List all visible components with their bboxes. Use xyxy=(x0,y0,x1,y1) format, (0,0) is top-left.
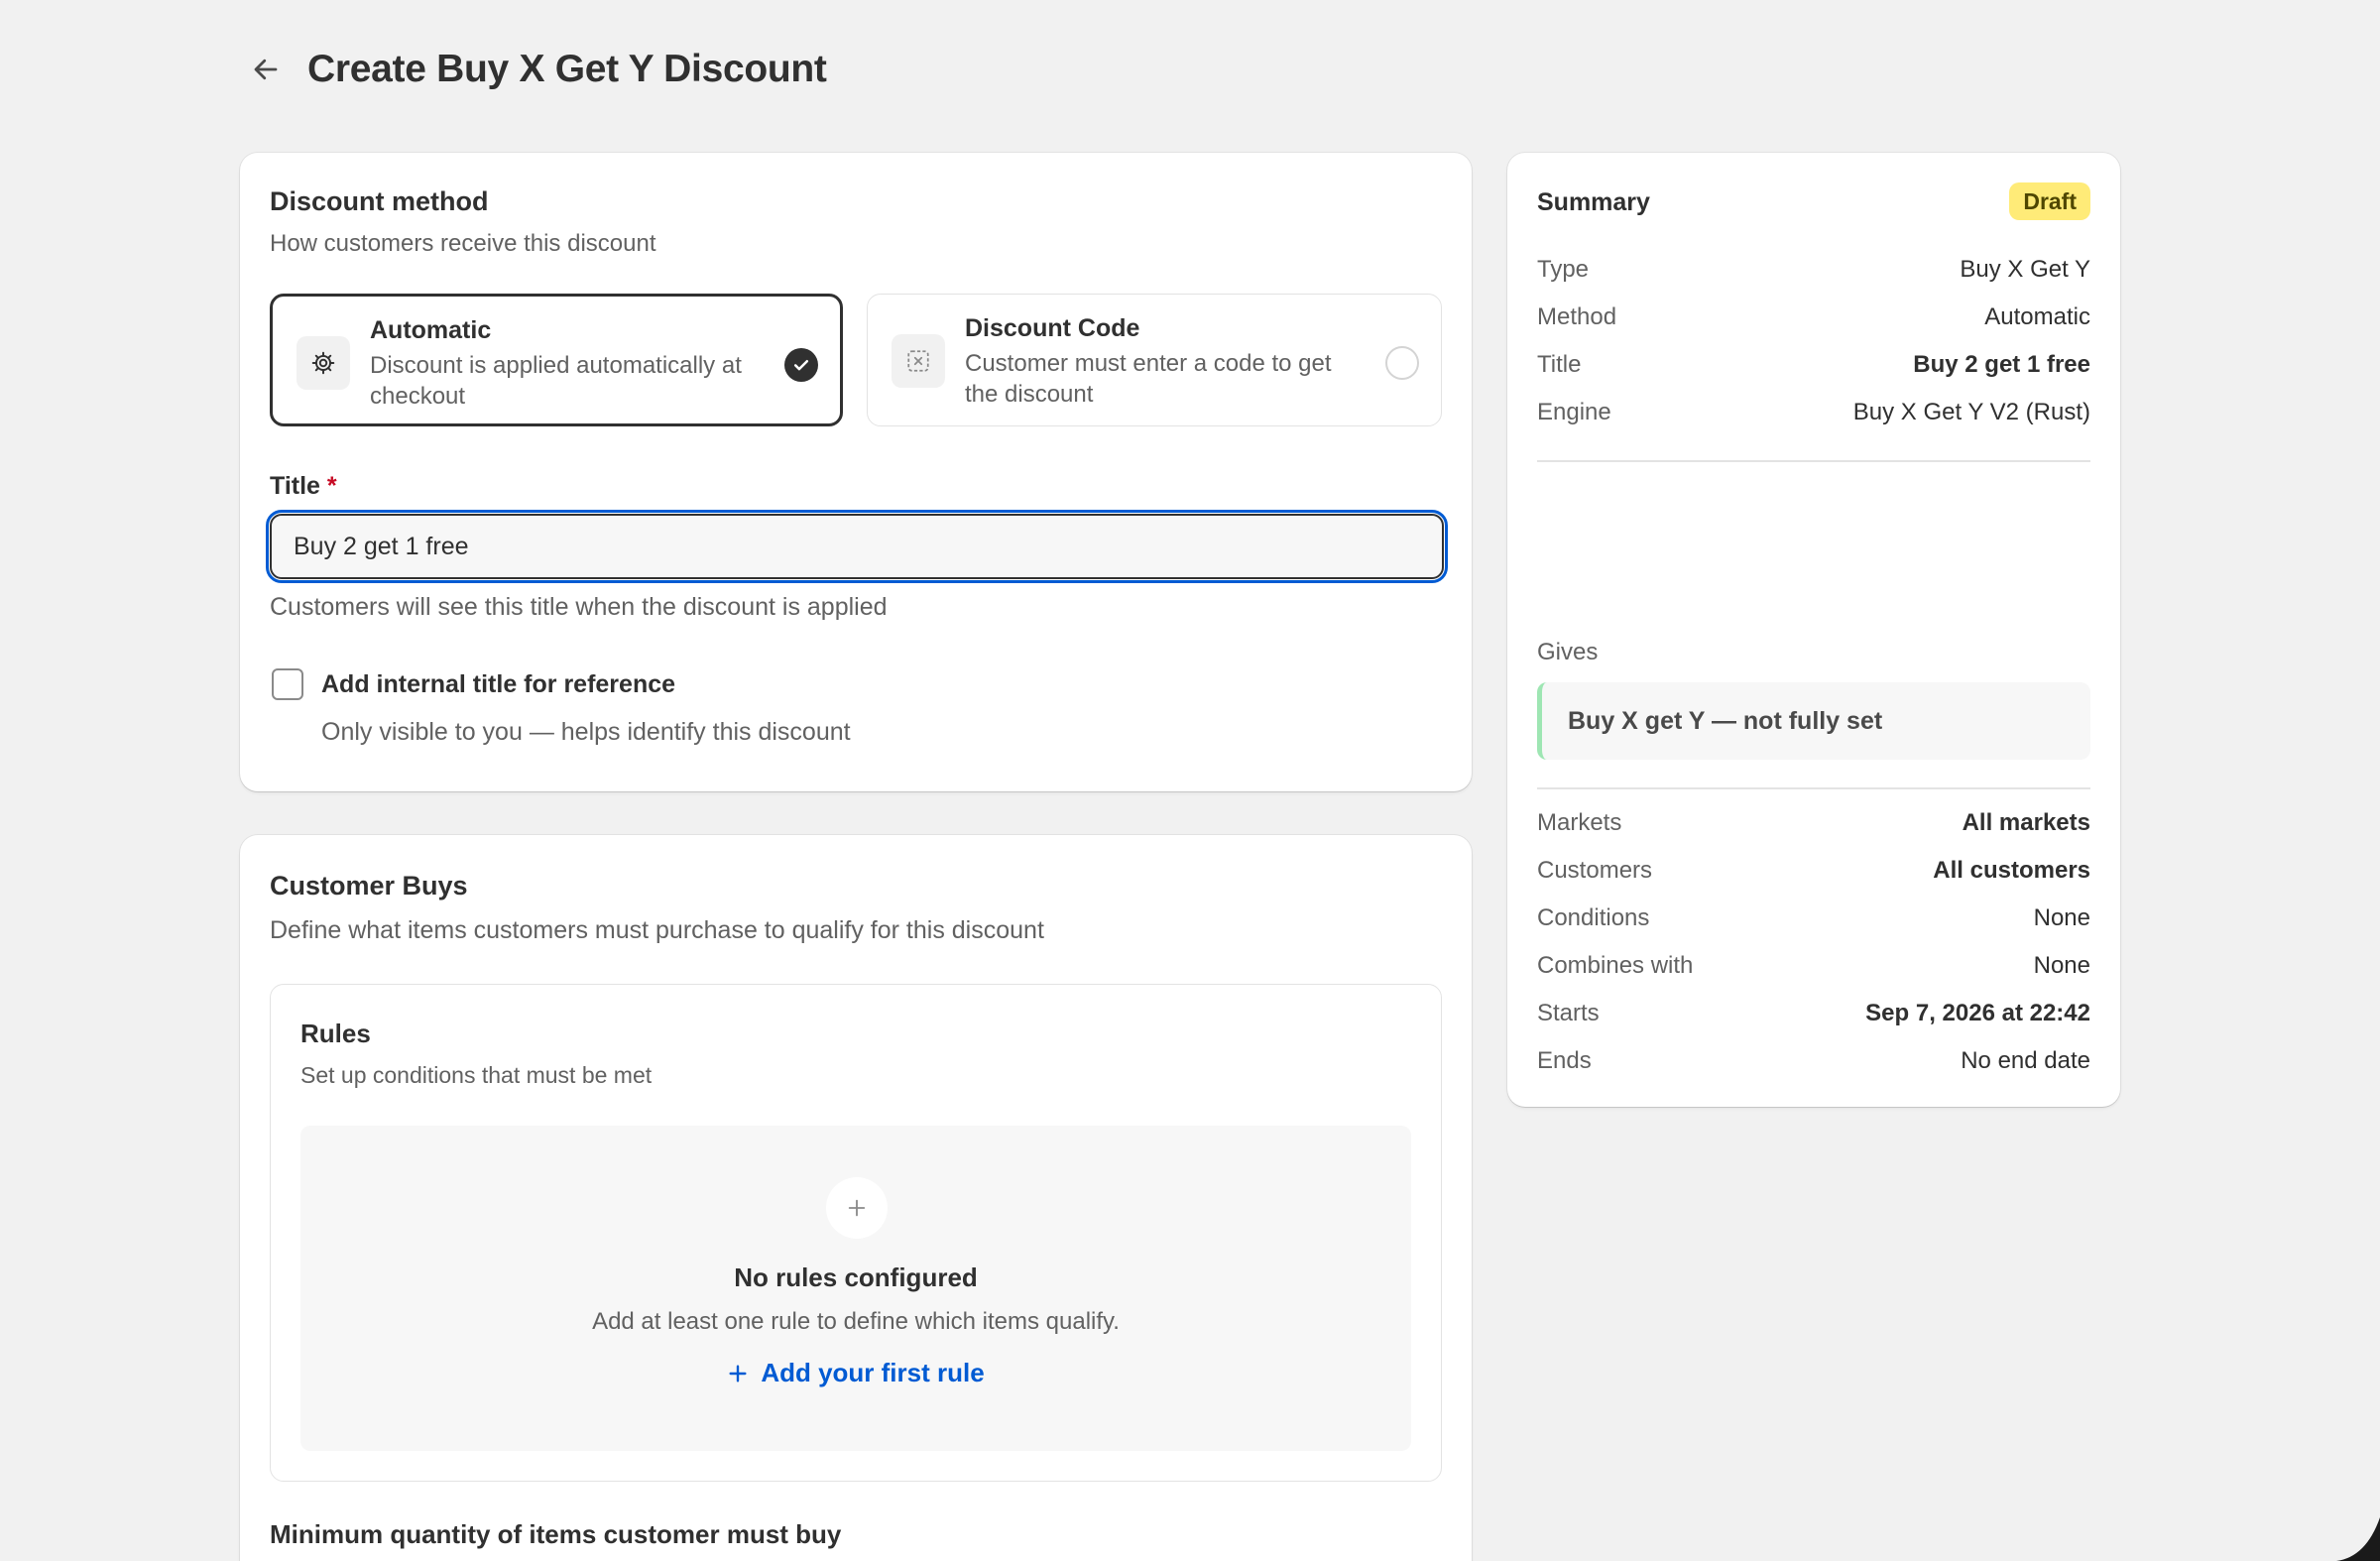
gives-label: Gives xyxy=(1537,639,1599,665)
summary-value: None xyxy=(2033,952,2090,979)
page-title: Create Buy X Get Y Discount xyxy=(307,48,827,90)
title-label-text: Title xyxy=(270,472,320,500)
summary-value: Buy X Get Y V2 (Rust) xyxy=(1852,399,2090,425)
rules-subtitle: Set up conditions that must be met xyxy=(300,1062,653,1088)
summary-key: Conditions xyxy=(1537,904,1650,931)
discount-method-title: Discount method xyxy=(270,186,489,216)
summary-key: Ends xyxy=(1537,1047,1592,1074)
method-option-automatic[interactable]: Automatic Discount is applied automatica… xyxy=(270,294,843,426)
rules-empty-state: No rules configured Add at least one rul… xyxy=(300,1126,1411,1451)
radio-checked[interactable] xyxy=(784,348,818,382)
title-help-text: Customers will see this title when the d… xyxy=(270,593,888,621)
divider xyxy=(1537,460,2090,462)
summary-key: Starts xyxy=(1537,1000,1600,1026)
internal-title-checkbox[interactable] xyxy=(272,668,303,700)
summary-key: Customers xyxy=(1537,857,1653,884)
discount-method-card: Discount method How customers receive th… xyxy=(240,153,1472,791)
summary-key: Markets xyxy=(1537,809,1622,836)
summary-row-type: Type Buy X Get Y xyxy=(1537,256,2090,284)
title-label: Title * xyxy=(270,472,337,501)
summary-card: Summary Draft Type Buy X Get Y Method Au… xyxy=(1507,153,2120,1107)
summary-row-markets: Markets All markets xyxy=(1537,809,2090,837)
checkmark-icon xyxy=(793,360,809,371)
summary-value: All customers xyxy=(1933,857,2090,884)
plus-icon xyxy=(729,1364,747,1382)
page-header: Create Buy X Get Y Discount xyxy=(246,48,827,91)
customer-buys-subtitle: Define what items customers must purchas… xyxy=(270,916,1044,944)
min-quantity-label: Minimum quantity of items customer must … xyxy=(270,1519,842,1549)
required-mark: * xyxy=(326,472,337,500)
customer-buys-title: Customer Buys xyxy=(270,871,468,901)
plus-icon xyxy=(826,1177,888,1239)
summary-value: No end date xyxy=(1961,1047,2090,1074)
empty-state-title: No rules configured xyxy=(734,1262,978,1292)
option-description: Discount is applied automatically at che… xyxy=(370,352,742,410)
code-icon xyxy=(892,334,945,388)
title-input[interactable] xyxy=(266,510,1448,583)
summary-value: Automatic xyxy=(1984,303,2090,330)
gear-icon xyxy=(297,336,350,390)
summary-key: Combines with xyxy=(1537,952,1694,979)
summary-key: Type xyxy=(1537,256,1590,283)
summary-row-title: Title Buy 2 get 1 free xyxy=(1537,351,2090,379)
summary-key: Method xyxy=(1537,303,1617,330)
summary-value: Buy 2 get 1 free xyxy=(1913,351,2090,378)
divider xyxy=(1537,787,2090,789)
summary-row-ends: Ends No end date xyxy=(1537,1047,2090,1075)
internal-title-label[interactable]: Add internal title for reference xyxy=(321,670,675,699)
page: Create Buy X Get Y Discount Discount met… xyxy=(0,0,2380,1561)
summary-row-conditions: Conditions None xyxy=(1537,904,2090,932)
rules-box: Rules Set up conditions that must be met… xyxy=(270,984,1442,1482)
option-description: Customer must enter a code to get the di… xyxy=(965,350,1332,408)
option-title: Automatic xyxy=(370,316,492,344)
summary-value: Buy X Get Y xyxy=(1960,256,2090,283)
summary-key: Title xyxy=(1537,351,1582,378)
customer-buys-card: Customer Buys Define what items customer… xyxy=(240,835,1472,1561)
rules-title: Rules xyxy=(300,1019,371,1048)
summary-value: None xyxy=(2033,904,2090,931)
summary-row-starts: Starts Sep 7, 2026 at 22:42 xyxy=(1537,1000,2090,1027)
gives-box: Buy X get Y — not fully set xyxy=(1537,682,2090,760)
page-curl-icon xyxy=(2336,1517,2380,1561)
add-first-rule-label: Add your first rule xyxy=(761,1358,985,1387)
empty-state-description: Add at least one rule to define which it… xyxy=(592,1308,1120,1335)
back-button[interactable] xyxy=(246,50,286,89)
add-first-rule-button[interactable]: Add your first rule xyxy=(300,1358,1411,1388)
radio-unchecked[interactable] xyxy=(1385,346,1419,380)
summary-row-combines-with: Combines with None xyxy=(1537,952,2090,980)
summary-key: Engine xyxy=(1537,399,1611,425)
status-badge: Draft xyxy=(2009,182,2090,220)
option-title: Discount Code xyxy=(965,314,1140,342)
discount-method-subtitle: How customers receive this discount xyxy=(270,230,656,257)
summary-title: Summary xyxy=(1537,188,1650,216)
summary-value: All markets xyxy=(1962,809,2090,836)
summary-value: Sep 7, 2026 at 22:42 xyxy=(1865,1000,2090,1026)
summary-row-customers: Customers All customers xyxy=(1537,857,2090,885)
summary-row-engine: Engine Buy X Get Y V2 (Rust) xyxy=(1537,399,2090,426)
arrow-left-icon xyxy=(254,59,278,80)
internal-title-help: Only visible to you — helps identify thi… xyxy=(321,718,851,746)
method-option-discount-code[interactable]: Discount Code Customer must enter a code… xyxy=(867,294,1442,426)
summary-row-method: Method Automatic xyxy=(1537,303,2090,331)
